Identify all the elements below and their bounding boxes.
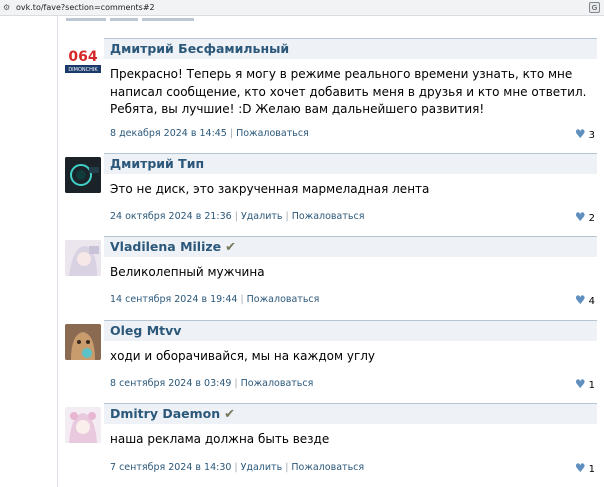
- avatar[interactable]: [65, 324, 101, 360]
- comment-meta: 8 сентября 2024 в 03:49 | Пожаловаться: [110, 378, 314, 389]
- like-count: 3: [588, 130, 595, 141]
- report-link[interactable]: Пожаловаться: [292, 211, 365, 222]
- previous-comment-remnant: [66, 16, 596, 24]
- comment-header: Дмитрий Бесфамильный: [104, 38, 597, 59]
- comment-meta: 8 декабря 2024 в 14:45 | Пожаловаться: [110, 128, 309, 139]
- author-name[interactable]: Vladilena Milize ✔: [110, 239, 236, 255]
- like-count: 1: [588, 464, 595, 475]
- comment-item: 064 DIMONCHIK Дмитрий Бесфамильный Прекр…: [58, 36, 604, 148]
- report-link[interactable]: Пожаловаться: [247, 294, 320, 305]
- like-count: 1: [588, 380, 595, 391]
- author-name[interactable]: Dmitry Daemon ✔: [110, 406, 235, 422]
- comment-date[interactable]: 14 сентября 2024 в 19:44: [110, 294, 237, 305]
- comment-meta: 14 сентября 2024 в 19:44 | Пожаловаться: [110, 294, 320, 305]
- url-text[interactable]: ovk.to/fave?section=comments#2: [16, 0, 155, 15]
- report-link[interactable]: Пожаловаться: [236, 128, 309, 139]
- report-link[interactable]: Пожаловаться: [241, 378, 314, 389]
- comment-text: Великолепный мужчина: [110, 265, 265, 279]
- comment-header: Дмитрий Тип: [104, 153, 597, 174]
- comment-text: наша реклама должна быть везде: [110, 432, 330, 446]
- avatar[interactable]: [65, 157, 101, 193]
- comment-text: Это не диск, это закрученная мармеладная…: [110, 182, 430, 196]
- report-link[interactable]: Пожаловаться: [291, 462, 364, 473]
- author-name[interactable]: Дмитрий Тип: [110, 156, 204, 171]
- delete-link[interactable]: Удалить: [241, 211, 283, 222]
- heart-icon: ♥: [574, 377, 586, 391]
- delete-link[interactable]: Удалить: [241, 462, 283, 473]
- comment-date[interactable]: 8 сентября 2024 в 03:49: [110, 378, 231, 389]
- verified-checkmark-icon: ✔: [224, 407, 236, 422]
- comment-item: Oleg Mtvv ходи и оборачивайся, мы на каж…: [58, 318, 604, 398]
- avatar[interactable]: [65, 407, 101, 443]
- comment-text: ходи и оборачивайся, мы на каждом углу: [110, 349, 376, 363]
- comment-item: Дмитрий Тип Это не диск, это закрученная…: [58, 151, 604, 231]
- tune-icon[interactable]: ⚙: [3, 0, 12, 15]
- heart-icon: ♥: [574, 210, 586, 224]
- translate-icon[interactable]: G: [589, 2, 600, 13]
- verified-checkmark-icon: ✔: [225, 240, 237, 255]
- author-name[interactable]: Дмитрий Бесфамильный: [110, 41, 289, 56]
- heart-icon: ♥: [574, 293, 586, 307]
- comment-date[interactable]: 8 декабря 2024 в 14:45: [110, 128, 227, 139]
- like-button[interactable]: ♥ 1: [575, 461, 595, 475]
- heart-icon: ♥: [574, 461, 586, 475]
- svg-text:G: G: [592, 4, 597, 12]
- like-button[interactable]: ♥ 1: [575, 377, 595, 391]
- author-name[interactable]: Oleg Mtvv: [110, 323, 181, 338]
- like-button[interactable]: ♥ 2: [575, 210, 595, 224]
- like-button[interactable]: ♥ 3: [575, 127, 595, 141]
- comment-meta: 7 сентября 2024 в 14:30 | Удалить | Пожалова…: [110, 462, 365, 473]
- like-count: 2: [588, 213, 595, 224]
- comment-item: Vladilena Milize ✔ Великолепный мужчина 1…: [58, 234, 604, 316]
- comment-date[interactable]: 7 сентября 2024 в 14:30: [110, 462, 231, 473]
- avatar[interactable]: 064 DIMONCHIK: [65, 42, 101, 78]
- avatar[interactable]: [65, 240, 101, 276]
- like-count: 4: [588, 296, 595, 307]
- comment-date[interactable]: 24 октября 2024 в 21:36: [110, 211, 232, 222]
- comments-column: 064 DIMONCHIK Дмитрий Бесфамильный Прекр…: [57, 16, 604, 487]
- comment-text: Прекрасно! Теперь я могу в режиме реальн…: [110, 67, 587, 116]
- comment-header: Vladilena Milize ✔: [104, 236, 597, 257]
- comment-meta: 24 октября 2024 в 21:36 | Удалить | Пожалова…: [110, 211, 365, 222]
- address-bar[interactable]: ⚙ ovk.to/fave?section=comments#2 G: [0, 0, 604, 16]
- comment-item: Dmitry Daemon ✔ наша реклама должна быть …: [58, 401, 604, 483]
- comment-header: Oleg Mtvv: [104, 320, 597, 341]
- heart-icon: ♥: [574, 127, 586, 141]
- avatar-logo-caption: DIMONCHIK: [68, 67, 98, 73]
- comment-header: Dmitry Daemon ✔: [104, 403, 597, 424]
- avatar-logo-number: 064: [68, 49, 97, 65]
- like-button[interactable]: ♥ 4: [575, 293, 595, 307]
